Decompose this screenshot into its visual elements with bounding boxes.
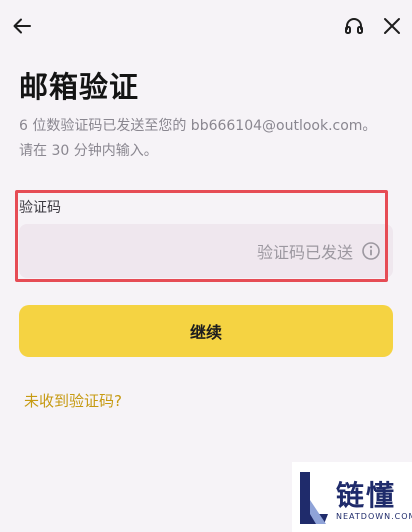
- back-button[interactable]: [8, 12, 36, 40]
- page-title: 邮箱验证: [19, 70, 140, 104]
- continue-button[interactable]: 继续: [19, 305, 393, 357]
- highlight-box: [15, 190, 388, 282]
- top-bar: [0, 0, 412, 56]
- customer-support-button[interactable]: [340, 12, 368, 40]
- watermark: 链懂 NEATDOWN.COM: [292, 462, 412, 532]
- description: 6 位数验证码已发送至您的 bb666104@outlook.com。 请在 3…: [19, 114, 399, 164]
- watermark-domain: NEATDOWN.COM: [336, 512, 412, 521]
- email-verification-screen: 邮箱验证 6 位数验证码已发送至您的 bb666104@outlook.com。…: [0, 0, 412, 532]
- neatdown-logo-icon: [300, 472, 328, 524]
- arrow-left-icon: [13, 18, 31, 34]
- watermark-brand: 链懂: [336, 479, 397, 512]
- no-code-received-link[interactable]: 未收到验证码?: [24, 390, 122, 411]
- description-line-2: 请在 30 分钟内输入。: [19, 143, 158, 159]
- close-button[interactable]: [378, 12, 406, 40]
- close-icon: [384, 18, 400, 34]
- headset-icon: [345, 18, 363, 34]
- description-line-1: 6 位数验证码已发送至您的 bb666104@outlook.com。: [19, 118, 377, 134]
